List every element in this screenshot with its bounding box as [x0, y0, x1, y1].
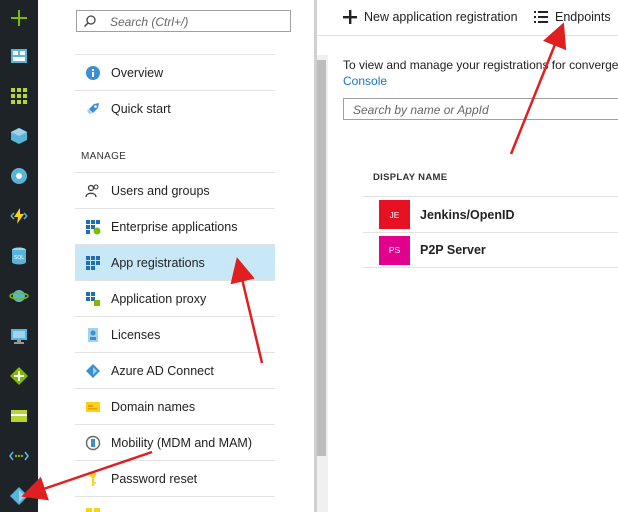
app-search-input[interactable]: Search by name or AppId	[343, 98, 618, 120]
license-icon	[85, 327, 101, 343]
menu-item-mobility[interactable]: Mobility (MDM and MAM)	[75, 424, 275, 460]
table-row[interactable]: PS P2P Server	[363, 232, 618, 268]
menu-item-label: Overview	[111, 65, 164, 80]
app-name[interactable]: P2P Server	[420, 243, 486, 257]
menu-item-label: App registrations	[111, 255, 205, 270]
list-icon	[533, 9, 555, 25]
menu-item-label: Enterprise applications	[111, 219, 238, 234]
menu-item-domain-names[interactable]: Domain names	[75, 388, 275, 424]
app-avatar: PS	[379, 235, 410, 265]
app-registrations-blade: New application registration Endpoints T…	[317, 0, 618, 512]
search-icon	[83, 14, 97, 28]
function-apps-icon[interactable]	[9, 206, 29, 226]
left-nav-rail: SQL	[0, 0, 38, 512]
dashboard-icon[interactable]	[9, 46, 29, 66]
menu-item-label: Licenses	[111, 327, 161, 342]
app-name[interactable]: Jenkins/OpenID	[420, 208, 514, 222]
table-row[interactable]: JE Jenkins/OpenID	[363, 196, 618, 232]
menu-item-label: Quick start	[111, 101, 171, 116]
menu-item-label: Users and groups	[111, 183, 210, 198]
menu-item-licenses[interactable]: Licenses	[75, 316, 275, 352]
menu-item-users-and-groups[interactable]: Users and groups	[75, 172, 275, 208]
console-link[interactable]: Console	[343, 74, 387, 88]
menu-item-label: Password reset	[111, 471, 198, 486]
app-avatar-initials: JE	[389, 209, 400, 220]
virtual-networks-icon[interactable]	[9, 446, 29, 466]
menu-item-quick-start[interactable]: Quick start	[75, 90, 275, 126]
new-application-registration-label: New application registration	[364, 10, 518, 24]
plus-icon	[342, 9, 364, 25]
key-icon	[85, 471, 101, 487]
endpoints-label: Endpoints	[555, 10, 611, 24]
menu-item-overview[interactable]: Overview	[75, 54, 275, 90]
load-balancers-icon[interactable]	[9, 366, 29, 386]
menu-search-placeholder: Search (Ctrl+/)	[110, 15, 189, 29]
command-bar: New application registration Endpoints	[317, 0, 618, 36]
menu-item-label: Mobility (MDM and MAM)	[111, 435, 252, 450]
app-avatar: JE	[379, 200, 410, 229]
domain-card-icon	[85, 399, 101, 415]
menu-item-label: Application proxy	[111, 291, 207, 306]
rocket-icon	[85, 101, 101, 117]
virtual-machines-icon[interactable]	[9, 326, 29, 346]
app-services-icon[interactable]	[9, 166, 29, 186]
menu-item-partial[interactable]	[75, 496, 275, 512]
svg-text:SQL: SQL	[14, 255, 24, 261]
grid-apps-icon	[85, 507, 101, 512]
resource-groups-icon[interactable]	[9, 126, 29, 146]
mobility-icon	[85, 435, 101, 451]
new-application-registration-button[interactable]: New application registration	[342, 9, 518, 25]
grid-apps-icon	[85, 255, 101, 271]
info-icon	[85, 65, 101, 81]
menu-item-label: Domain names	[111, 399, 196, 414]
menu-item-application-proxy[interactable]: Application proxy	[75, 280, 275, 316]
manage-section-header: MANAGE	[81, 151, 127, 162]
menu-item-password-reset[interactable]: Password reset	[75, 460, 275, 496]
info-text: To view and manage your registrations fo…	[343, 58, 618, 72]
new-plus-icon[interactable]	[9, 8, 29, 28]
sql-databases-icon[interactable]: SQL	[9, 246, 29, 266]
menu-item-app-registrations[interactable]: App registrations	[75, 244, 275, 280]
menu-item-enterprise-applications[interactable]: Enterprise applications	[75, 208, 275, 244]
app-avatar-initials: PS	[388, 245, 401, 255]
diamond-icon	[85, 363, 101, 379]
grid-apps-icon	[85, 219, 101, 235]
directory-menu-blade: Search (Ctrl+/) Overview Quick start MAN…	[38, 0, 328, 512]
display-name-column-header[interactable]: DISPLAY NAME	[373, 172, 447, 183]
menu-search-input[interactable]: Search (Ctrl+/)	[76, 10, 291, 32]
app-search-placeholder: Search by name or AppId	[353, 103, 489, 117]
users-icon	[85, 183, 101, 199]
storage-accounts-icon[interactable]	[9, 406, 29, 426]
cosmos-db-icon[interactable]	[9, 286, 29, 306]
endpoints-button[interactable]: Endpoints	[533, 9, 611, 25]
proxy-icon	[85, 291, 101, 307]
menu-item-azure-ad-connect[interactable]: Azure AD Connect	[75, 352, 275, 388]
all-resources-icon[interactable]	[9, 86, 29, 106]
menu-item-label: Azure AD Connect	[111, 363, 214, 378]
azure-active-directory-icon[interactable]	[9, 486, 29, 506]
